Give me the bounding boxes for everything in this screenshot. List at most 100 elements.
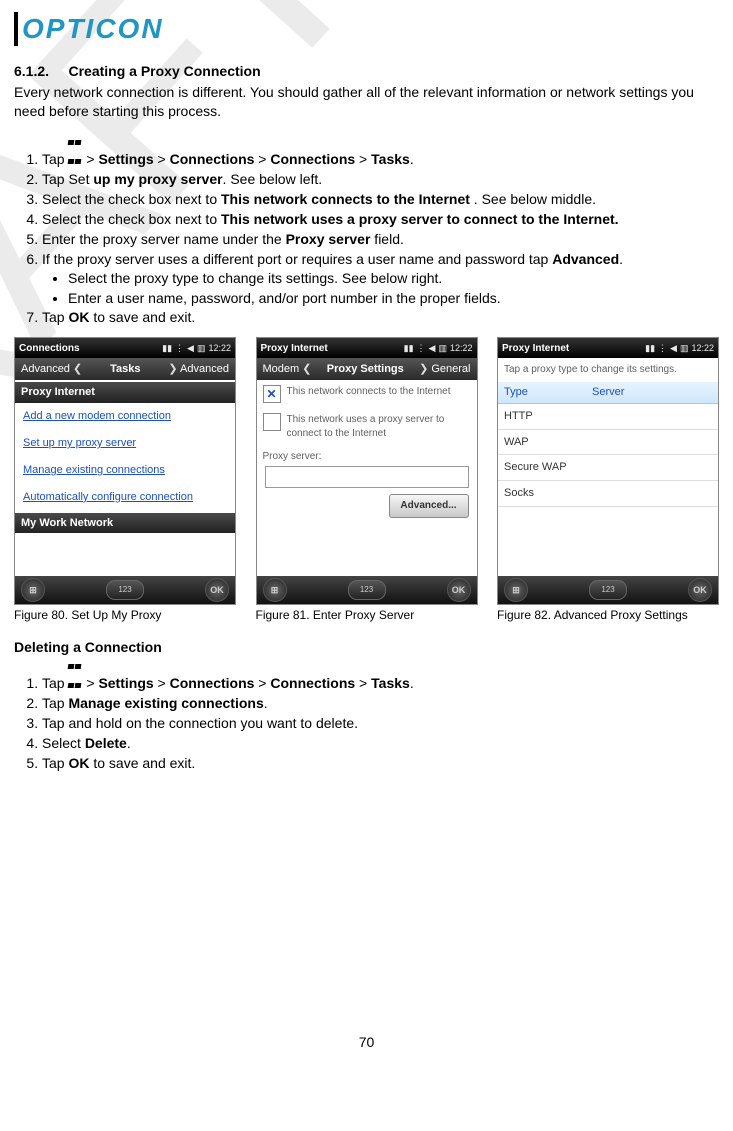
step-6b: Enter a user name, password, and/or port…	[68, 289, 719, 308]
figures-row: Connections ▮▮ ⋮ ◀ ▥ 12:22 Advanced ❮ Ta…	[14, 337, 719, 623]
sub-bullets: Select the proxy type to change its sett…	[42, 269, 719, 308]
proxy-server-input[interactable]	[265, 466, 469, 488]
window-body: ✕ This network connects to the Internet …	[257, 380, 477, 576]
table-row[interactable]: WAP	[498, 429, 718, 455]
figure-caption: Figure 82. Advanced Proxy Settings	[497, 607, 719, 623]
screenshot-advanced-proxy: Proxy Internet ▮▮ ⋮ ◀ ▥ 12:22 Tap a prox…	[497, 337, 719, 605]
signal-icon: ▮▮	[162, 342, 172, 354]
table-row[interactable]: Secure WAP	[498, 455, 718, 481]
nav-right[interactable]: ❯ General	[419, 362, 470, 377]
bold: Proxy server	[286, 231, 371, 247]
ok-button[interactable]: OK	[205, 578, 229, 602]
link-add-modem[interactable]: Add a new modem connection	[15, 403, 235, 430]
start-button[interactable]: ⊞	[504, 578, 528, 602]
bold: Delete	[85, 735, 127, 751]
status-bar: Proxy Internet ▮▮ ⋮ ◀ ▥ 12:22	[498, 338, 718, 358]
start-button[interactable]: ⊞	[21, 578, 45, 602]
nav-mid: Tasks	[110, 362, 140, 377]
text: Tap	[42, 755, 68, 771]
path-connections: Connections	[170, 675, 255, 691]
text: .	[264, 695, 268, 711]
step-3: Tap and hold on the connection you want …	[42, 714, 719, 733]
step-1: Tap > Settings > Connections > Connectio…	[42, 656, 719, 693]
cell: WAP	[498, 429, 586, 455]
col-type[interactable]: Type	[498, 382, 586, 403]
step-4: Select the check box next to This networ…	[42, 210, 719, 229]
nav-mid: Proxy Settings	[327, 362, 404, 377]
path-settings: Settings	[98, 675, 153, 691]
nav-left[interactable]: Advanced ❮	[21, 362, 82, 377]
col-server[interactable]: Server	[586, 382, 718, 403]
app-title: Proxy Internet	[261, 342, 328, 356]
step-7: Tap OK to save and exit.	[42, 308, 719, 327]
section-heading: 6.1.2. Creating a Proxy Connection	[14, 62, 719, 81]
figure-80: Connections ▮▮ ⋮ ◀ ▥ 12:22 Advanced ❮ Ta…	[14, 337, 236, 623]
bold: Manage existing connections	[68, 695, 263, 711]
wifi-icon: ⋮	[658, 342, 667, 354]
path-settings: Settings	[98, 151, 153, 167]
text: If the proxy server uses a different por…	[42, 251, 552, 267]
path-tasks: Tasks	[371, 675, 410, 691]
proxy-type-table: Type Server HTTP WAP Secure WAP Socks	[498, 382, 718, 507]
text: field.	[370, 231, 403, 247]
intro-paragraph: Every network connection is different. Y…	[14, 83, 719, 121]
text: to save and exit.	[89, 755, 195, 771]
clock: 12:22	[208, 342, 231, 354]
text: Enter the proxy server name under the	[42, 231, 286, 247]
step-5: Tap OK to save and exit.	[42, 754, 719, 773]
text: .	[619, 251, 623, 267]
keyboard-button[interactable]: 123	[106, 580, 144, 600]
checkbox-uses-proxy[interactable]: This network uses a proxy server to conn…	[257, 408, 477, 445]
keyboard-button[interactable]: 123	[589, 580, 627, 600]
app-title: Proxy Internet	[502, 342, 569, 356]
steps-creating-proxy: Tap > Settings > Connections > Connectio…	[14, 132, 719, 327]
text: Select the check box next to	[42, 211, 221, 227]
step-6a: Select the proxy type to change its sett…	[68, 269, 719, 288]
app-title: Connections	[19, 342, 80, 356]
signal-icon: ▮▮	[645, 342, 655, 354]
text: Tap	[42, 151, 65, 167]
advanced-button[interactable]: Advanced...	[389, 494, 469, 518]
text: to save and exit.	[89, 309, 195, 325]
logo-text: OPTICON	[22, 10, 164, 48]
section-title: Creating a Proxy Connection	[68, 63, 260, 79]
ok-button[interactable]: OK	[688, 578, 712, 602]
logo-accent-bar	[14, 12, 18, 46]
battery-icon: ▥	[197, 342, 206, 354]
clock: 12:22	[450, 342, 473, 354]
nav-left[interactable]: Modem ❮	[263, 362, 312, 377]
ok-button[interactable]: OK	[447, 578, 471, 602]
text: Tap	[42, 695, 68, 711]
subheading-deleting: Deleting a Connection	[14, 638, 719, 657]
bottom-bar: ⊞ 123 OK	[15, 576, 235, 604]
table-row[interactable]: HTTP	[498, 403, 718, 429]
checkbox-icon	[263, 413, 281, 431]
link-set-up-proxy[interactable]: Set up my proxy server	[15, 430, 235, 457]
step-2: Tap Manage existing connections.	[42, 694, 719, 713]
section-number: 6.1.2.	[14, 63, 49, 79]
volume-icon: ◀	[429, 342, 436, 354]
bold: This network uses a proxy server to conn…	[221, 211, 619, 227]
path-tasks: Tasks	[371, 151, 410, 167]
status-bar: Proxy Internet ▮▮ ⋮ ◀ ▥ 12:22	[257, 338, 477, 358]
text: Tap	[42, 675, 65, 691]
table-row[interactable]: Socks	[498, 481, 718, 507]
link-manage-connections[interactable]: Manage existing connections	[15, 457, 235, 484]
bold: up my proxy server	[93, 171, 222, 187]
windows-icon	[68, 132, 82, 144]
bottom-bar: ⊞ 123 OK	[498, 576, 718, 604]
checkbox-connects-internet[interactable]: ✕ This network connects to the Internet	[257, 380, 477, 408]
status-bar: Connections ▮▮ ⋮ ◀ ▥ 12:22	[15, 338, 235, 358]
text: . See below left.	[223, 171, 323, 187]
start-button[interactable]: ⊞	[263, 578, 287, 602]
battery-icon: ▥	[680, 342, 689, 354]
text: Select the check box next to	[42, 191, 221, 207]
link-auto-configure[interactable]: Automatically configure connection	[15, 484, 235, 511]
bold: Advanced	[552, 251, 619, 267]
nav-right[interactable]: ❯ Advanced	[168, 362, 229, 377]
step-3: Select the check box next to This networ…	[42, 190, 719, 209]
battery-icon: ▥	[438, 342, 447, 354]
keyboard-button[interactable]: 123	[348, 580, 386, 600]
step-6: If the proxy server uses a different por…	[42, 250, 719, 308]
window-body: Tap a proxy type to change its settings.…	[498, 358, 718, 576]
